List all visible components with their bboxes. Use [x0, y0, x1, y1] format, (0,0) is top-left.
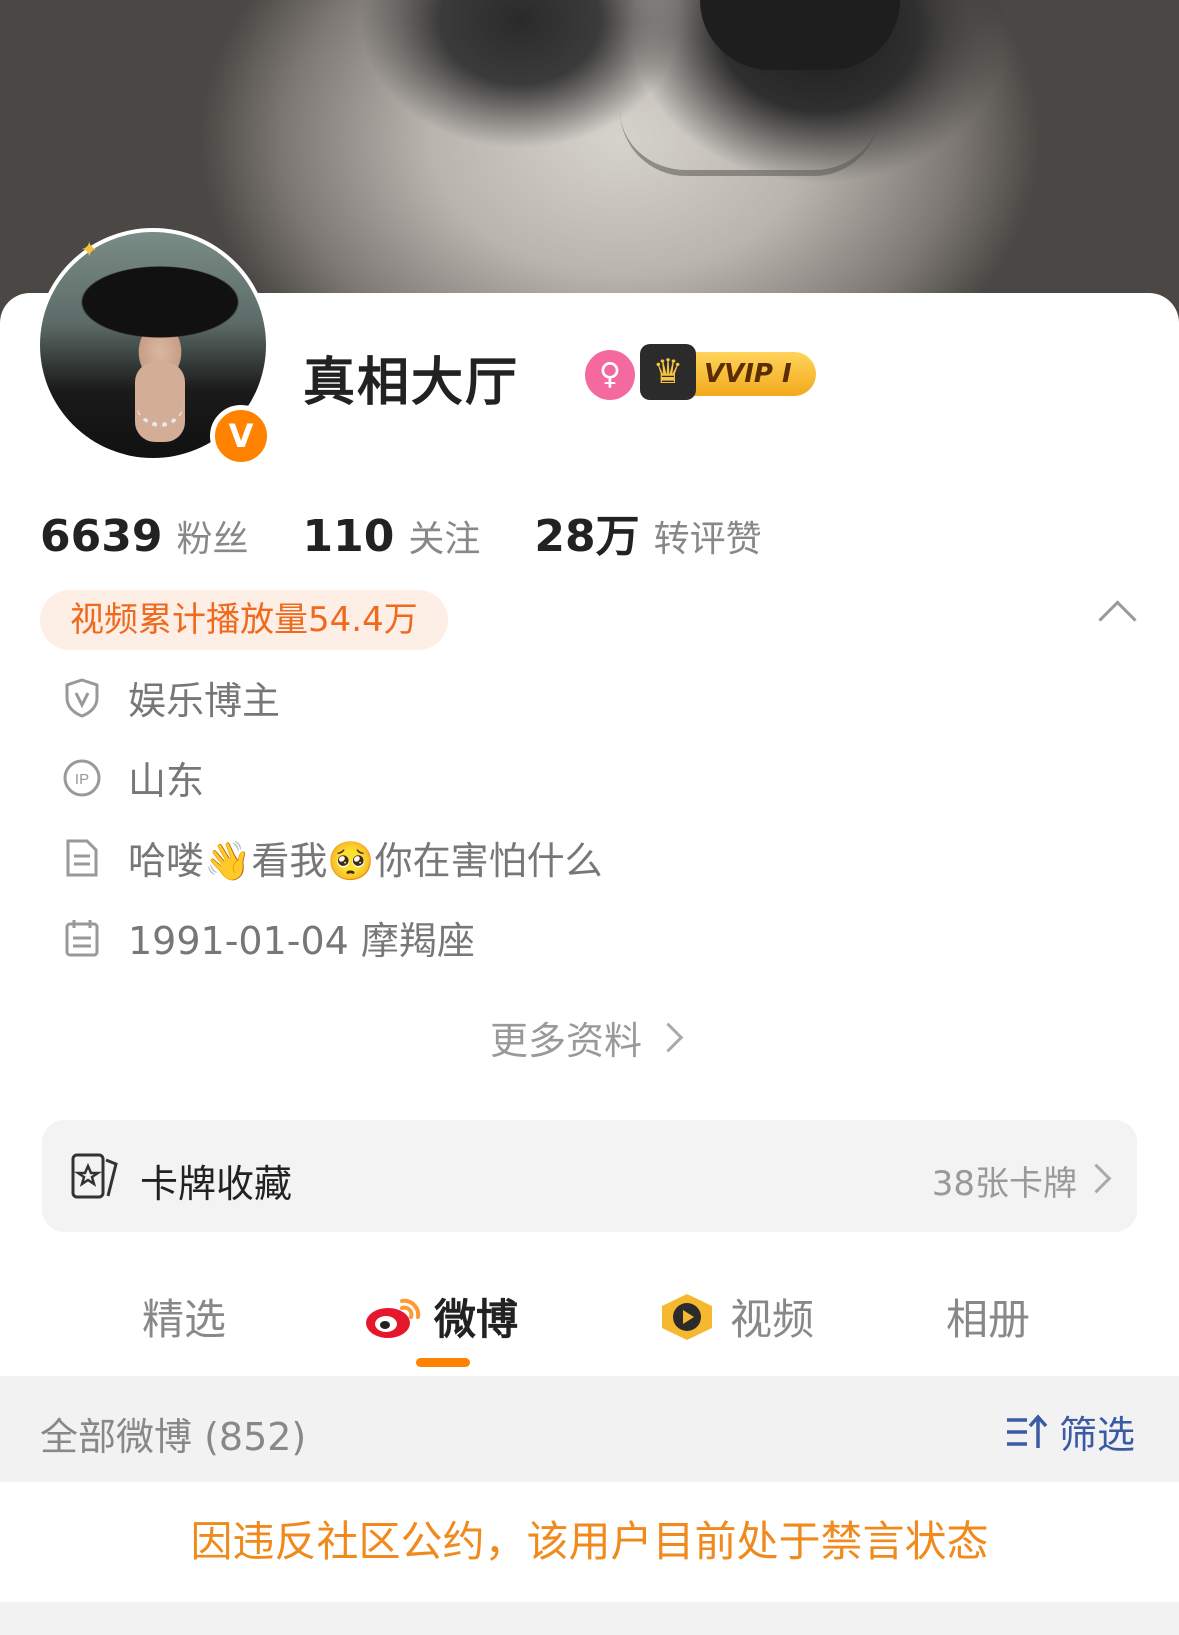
active-tab-indicator	[416, 1358, 470, 1367]
cover-panda-mouth	[620, 110, 880, 176]
stats-row: 6639 粉丝 110 关注 28万 转评赞	[40, 500, 762, 564]
tab-label: 相册	[946, 1295, 1031, 1344]
username: 真相大厅	[303, 353, 520, 413]
stat-label: 关注	[408, 519, 481, 560]
feed-count: 全部微博 (852)	[40, 1415, 307, 1459]
card-collection-icon	[70, 1150, 118, 1200]
document-icon	[62, 838, 102, 878]
vvip-label: VVIP I	[704, 359, 792, 389]
stat-followers[interactable]: 6639 粉丝	[40, 510, 248, 562]
profile-tabs: 精选 微博 视频 相册	[0, 1270, 1179, 1370]
vvip-badge[interactable]: ♛ VVIP I	[640, 344, 816, 400]
stat-label: 粉丝	[176, 519, 249, 560]
video-play-icon	[662, 1293, 712, 1340]
tab-label: 视频	[730, 1295, 815, 1344]
ban-notice: 因违反社区公约，该用户目前处于禁言状态	[190, 1517, 989, 1566]
tab-video[interactable]: 视频	[656, 1286, 814, 1347]
verified-badge-icon: V	[210, 405, 272, 467]
chevron-right-icon	[1081, 1163, 1112, 1194]
info-row-ip: IP 山东	[62, 750, 204, 805]
info-row-birthday: 1991-01-04 摩羯座	[62, 910, 475, 965]
bottom-strip	[0, 1602, 1179, 1635]
info-bio: 哈喽👋看我🥺你在害怕什么	[128, 839, 603, 883]
tab-featured[interactable]: 精选	[142, 1286, 226, 1347]
stat-number: 28万	[534, 511, 640, 562]
info-ip-location: 山东	[128, 759, 205, 803]
card-collection-row[interactable]: 卡牌收藏 38张卡牌	[42, 1120, 1137, 1232]
info-row-bio: 哈喽👋看我🥺你在害怕什么	[62, 830, 603, 885]
calendar-icon	[62, 918, 102, 958]
ip-location-icon: IP	[62, 758, 102, 798]
info-row-category: 娱乐博主	[62, 670, 280, 725]
info-birthday: 1991-01-04 摩羯座	[128, 919, 475, 963]
stat-label: 转评赞	[653, 519, 762, 560]
shield-v-icon	[62, 677, 102, 718]
svg-text:IP: IP	[75, 771, 89, 788]
filter-label: 筛选	[1058, 1413, 1135, 1457]
notice-area: 因违反社区公约，该用户目前处于禁言状态	[0, 1482, 1179, 1602]
tab-label: 精选	[142, 1295, 227, 1344]
tab-album[interactable]: 相册	[946, 1286, 1030, 1347]
video-play-count-badge[interactable]: 视频累计播放量54.4万	[40, 590, 448, 650]
stat-interactions[interactable]: 28万 转评赞	[534, 500, 761, 564]
card-collection-count: 38张卡牌	[931, 1164, 1077, 1204]
sparkle-icon: ✦	[80, 238, 99, 263]
stat-number: 110	[302, 511, 395, 562]
female-gender-icon: ♀	[585, 350, 635, 400]
stat-number: 6639	[40, 511, 163, 562]
info-category: 娱乐博主	[128, 679, 281, 723]
filter-button[interactable]: 筛选	[1005, 1404, 1135, 1459]
more-info-label: 更多资料	[490, 1019, 643, 1063]
filter-icon	[1006, 1413, 1048, 1448]
crown-icon: ♛	[640, 344, 696, 400]
chevron-right-icon	[653, 1022, 684, 1053]
tab-weibo[interactable]: 微博	[364, 1286, 518, 1347]
card-collection-title: 卡牌收藏	[140, 1162, 293, 1206]
stat-following[interactable]: 110 关注	[302, 510, 480, 562]
feed-filter-bar: 全部微博 (852) 筛选	[0, 1376, 1179, 1482]
weibo-logo-icon	[366, 1298, 421, 1338]
tab-label: 微博	[434, 1295, 519, 1344]
cover-panda-nose	[700, 0, 900, 70]
more-info-link[interactable]: 更多资料	[490, 1010, 684, 1065]
